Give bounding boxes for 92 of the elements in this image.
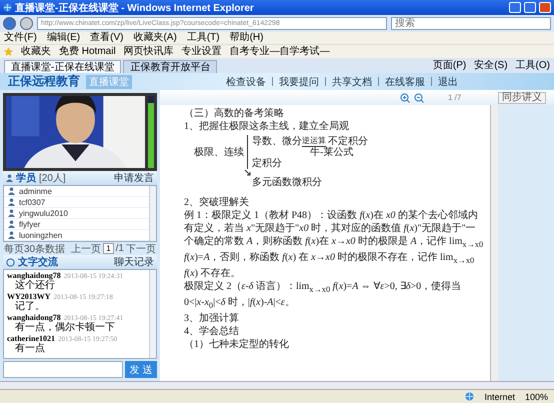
diagram-label: 逆运算	[302, 135, 326, 147]
document-heading: （1）七种未定型的转化	[184, 338, 290, 351]
favorites-link[interactable]: 免费 Hotmail	[59, 46, 116, 58]
menu-item[interactable]: 工具(T)	[186, 32, 220, 44]
chat-user: wanghaidong78	[7, 313, 61, 322]
page-field[interactable]: 1	[103, 243, 114, 254]
document-heading: （三）高数的备考策略	[184, 107, 285, 120]
scrollbar[interactable]	[490, 105, 498, 381]
minimize-button[interactable]	[509, 2, 521, 13]
favorites-link[interactable]: 网页快讯库	[124, 46, 174, 58]
arrow-icon	[244, 169, 252, 177]
page-total: /1	[116, 243, 124, 254]
sync-notes-button[interactable]: 同步讲义	[498, 92, 546, 104]
chat-input[interactable]	[3, 361, 123, 378]
chat-message: 有一点，偶尔卡顿一下	[15, 322, 116, 334]
panel-title: 文字交流	[18, 255, 58, 269]
close-button[interactable]	[539, 2, 551, 13]
student-name[interactable]: luoningzhen	[19, 230, 62, 240]
favorites-link[interactable]: 专业设置	[182, 46, 222, 58]
search-field[interactable]: 搜索	[391, 17, 551, 30]
back-button[interactable]	[3, 17, 16, 30]
chat-history-link[interactable]: 聊天记录	[114, 255, 154, 269]
user-icon	[8, 209, 15, 217]
volume-meter	[148, 96, 154, 168]
window-title: 直播课堂-正保在线课堂 - Windows Internet Explorer	[15, 2, 255, 14]
page-size-label: 每页30条数据	[4, 242, 66, 256]
favorites-link[interactable]: 自考专业—自学考试—	[230, 46, 330, 58]
student-name[interactable]: tcf0307	[19, 198, 46, 206]
scrollbar[interactable]	[149, 186, 156, 241]
student-name[interactable]: yingwulu2010	[19, 208, 68, 218]
document-heading: 2、突破理解关	[184, 196, 250, 209]
site-subtitle: 直播课堂	[86, 74, 132, 88]
browser-icon	[3, 3, 12, 12]
user-icon	[8, 231, 15, 239]
user-icon	[8, 198, 15, 206]
user-icon	[8, 220, 15, 228]
zoom-level[interactable]: 100%	[524, 392, 548, 402]
menu-item[interactable]: 编辑(E)	[46, 32, 80, 44]
zoom-out-icon[interactable]	[414, 92, 424, 102]
menu-item[interactable]: 查看(V)	[90, 32, 124, 44]
scrollbar[interactable]	[149, 270, 156, 358]
student-count: [20人]	[39, 172, 66, 185]
panel-title: 学员	[16, 172, 36, 185]
user-icon	[8, 187, 15, 195]
diagram-label: 多元函数微积分	[252, 177, 323, 188]
nav-link[interactable]: 我要提问	[279, 74, 319, 88]
chat-message: 记了。	[14, 301, 46, 313]
menu-item[interactable]: 文件(F)	[4, 32, 37, 44]
diagram-label: 导数、微分	[252, 136, 302, 146]
diagram-label: 不定积分	[328, 136, 368, 146]
send-button[interactable]: 发 送	[125, 361, 157, 378]
browser-tab[interactable]: 直播课堂-正保在线课堂	[4, 60, 122, 73]
diagram-label: 牛-莱公式	[309, 147, 354, 158]
browser-tab[interactable]: 正保教育开放平台	[123, 60, 218, 73]
diagram-label: 极限、连续	[194, 146, 244, 158]
diagram-label: 定积分	[252, 158, 283, 169]
zoom-in-icon[interactable]	[400, 92, 410, 102]
document-paragraph: 例 1：极限定义 1（教材 P48）：设函数 f(x)在 x0 的某个去心邻域内有定义，若当 x"无限趋于"x0 时，其对应的函数值 f(x)"无限趋于"一个确定的常数 A，则称函数 f(x)在 x→x0 时的极限是 A，记作 lim$_{x→x0}$ f(x)=A，否则，称函数 f(x) 在 x→x0 时的极限不存在，记作 lim$_{x→x0}$ f(x) 不存在。	[184, 209, 484, 280]
previous-page-link[interactable]: 上一页	[71, 242, 102, 256]
command-button[interactable]: 工具(O)	[516, 59, 550, 73]
request-speak-link[interactable]: 申请发言	[114, 171, 154, 185]
command-button[interactable]: 安全(S)	[474, 59, 508, 73]
scrollbar[interactable]	[0, 381, 554, 389]
forward-button[interactable]	[20, 17, 33, 30]
command-button[interactable]: 页面(P)	[432, 59, 466, 73]
menu-item[interactable]: 收藏夹(A)	[133, 32, 177, 44]
page-number: 1 /7	[448, 93, 462, 102]
document-heading: 1、把握住极限这条主线，建立全局观	[184, 120, 350, 133]
student-name[interactable]: adminme	[19, 186, 52, 196]
globe-icon	[465, 392, 474, 401]
site-logo: 正保远程教育	[8, 73, 80, 90]
document-paragraph: 极限定义 2（ε-δ 语言）：lim$_{x→x0}$ f(x)=A ⇔ ∀ε>0, ∃δ>0，使得当 0<|x-x$_{0}$|<δ 时，|f(x)-A|<ε。	[184, 280, 462, 312]
nav-link[interactable]: 共享文档	[332, 74, 372, 88]
security-zone: Internet	[484, 392, 515, 402]
nav-link[interactable]: 在线客服	[385, 74, 425, 88]
maximize-button[interactable]	[524, 2, 536, 13]
chat-user: WY2013WY	[7, 292, 51, 301]
document-heading: 4、学会总结	[184, 325, 240, 338]
chat-bubble-icon	[6, 258, 15, 266]
star-icon	[4, 47, 13, 56]
student-name[interactable]: flyfyer	[19, 220, 40, 228]
chat-message: 有一点	[14, 343, 46, 355]
chat-message: 这个还行	[15, 280, 55, 292]
document-heading: 3、加强计算	[184, 312, 240, 325]
chat-user: catherine1021	[7, 334, 55, 343]
chat-user: wanghaidong78	[7, 271, 61, 280]
nav-link[interactable]: 退出	[438, 74, 458, 88]
menu-item[interactable]: 帮助(H)	[230, 32, 264, 44]
next-page-link[interactable]: 下一页	[126, 242, 156, 256]
nav-link[interactable]: 检查设备	[226, 74, 266, 88]
user-icon	[6, 174, 13, 182]
favorites-link[interactable]: 收藏夹	[21, 46, 51, 58]
